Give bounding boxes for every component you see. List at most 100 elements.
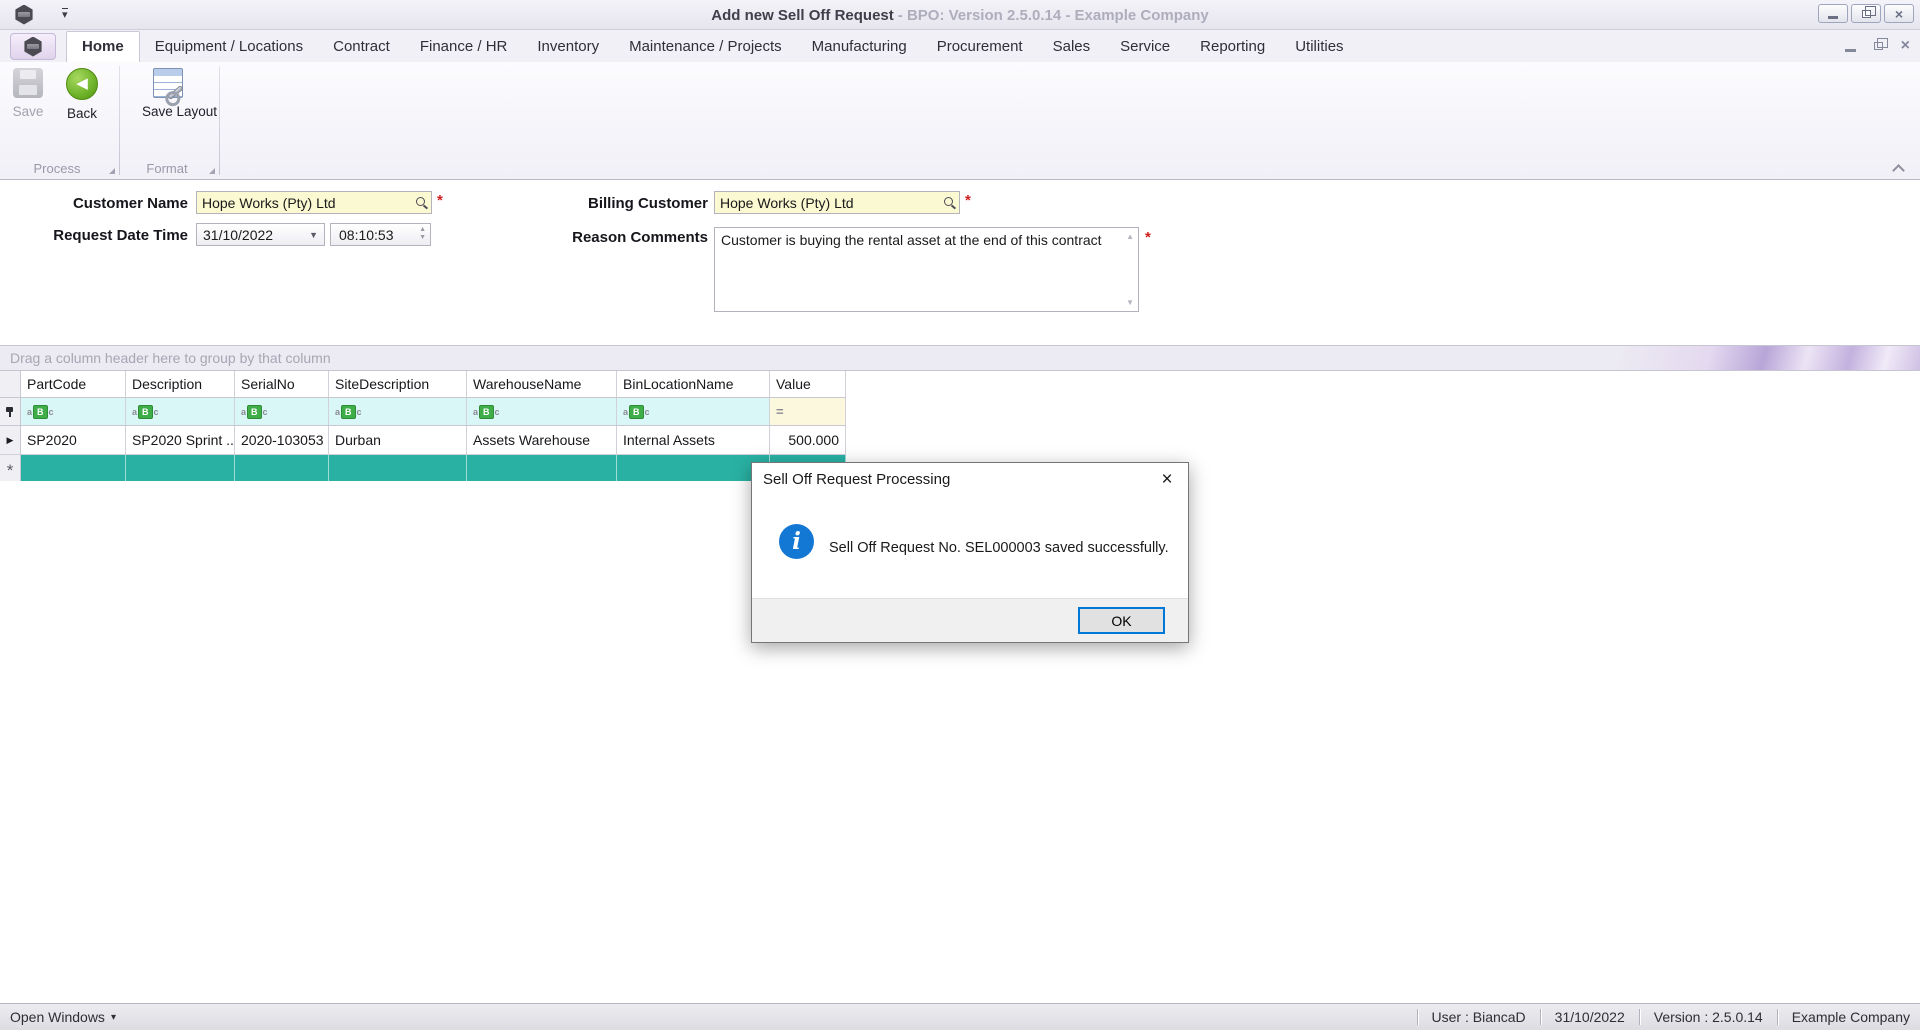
group-by-panel-text: Drag a column header here to group by th… bbox=[10, 350, 331, 366]
customer-search-icon[interactable] bbox=[416, 197, 425, 206]
sell-off-items-grid: Drag a column header here to group by th… bbox=[0, 345, 1920, 1002]
filter-cell-description[interactable]: aBc bbox=[126, 398, 235, 425]
tab-finance-hr[interactable]: Finance / HR bbox=[405, 32, 523, 62]
new-cell[interactable] bbox=[467, 455, 617, 481]
back-button-label: Back bbox=[66, 106, 97, 121]
tab-manufacturing[interactable]: Manufacturing bbox=[797, 32, 922, 62]
tab-maintenance-projects[interactable]: Maintenance / Projects bbox=[614, 32, 797, 62]
new-cell[interactable] bbox=[329, 455, 467, 481]
scroll-up-icon[interactable]: ▲ bbox=[1126, 232, 1134, 241]
request-time-value: 08:10:53 bbox=[339, 226, 394, 243]
cell-warehousename[interactable]: Assets Warehouse bbox=[467, 426, 617, 454]
request-time-spinner[interactable]: 08:10:53 ▲ ▼ bbox=[330, 223, 431, 246]
ribbon-group-process: Save ◀ Back Process bbox=[0, 62, 120, 179]
request-date-value: 31/10/2022 bbox=[203, 226, 274, 243]
dialog-message: Sell Off Request No. SEL000003 saved suc… bbox=[829, 540, 1169, 556]
abc-filter-icon[interactable]: B bbox=[341, 404, 356, 419]
open-windows-button[interactable]: Open Windows ▾ bbox=[10, 1009, 116, 1025]
restore-button[interactable] bbox=[1851, 4, 1881, 23]
ok-button[interactable]: OK bbox=[1078, 607, 1165, 634]
tab-sales[interactable]: Sales bbox=[1038, 32, 1106, 62]
new-cell[interactable] bbox=[617, 455, 770, 481]
cell-binlocationname[interactable]: Internal Assets bbox=[617, 426, 770, 454]
customer-name-input[interactable]: Hope Works (Pty) Ltd bbox=[196, 191, 432, 214]
dialog-close-button[interactable]: × bbox=[1146, 463, 1188, 496]
column-header-partcode[interactable]: PartCode bbox=[21, 371, 126, 397]
abc-filter-icon[interactable]: B bbox=[629, 404, 644, 419]
tab-service[interactable]: Service bbox=[1105, 32, 1185, 62]
equals-filter-icon[interactable]: = bbox=[776, 404, 784, 419]
restore-icon bbox=[1861, 5, 1876, 18]
filter-cell-binlocationname[interactable]: aBc bbox=[617, 398, 770, 425]
new-cell[interactable] bbox=[126, 455, 235, 481]
tab-equipment-locations[interactable]: Equipment / Locations bbox=[140, 32, 318, 62]
filter-cell-partcode[interactable]: aBc bbox=[21, 398, 126, 425]
group-by-panel[interactable]: Drag a column header here to group by th… bbox=[0, 346, 1920, 371]
reason-comments-label: Reason Comments bbox=[572, 229, 708, 246]
scroll-down-icon[interactable]: ▼ bbox=[1126, 298, 1134, 307]
cell-serialno[interactable]: 2020-103053 bbox=[235, 426, 329, 454]
filter-cell-value[interactable]: = bbox=[770, 398, 846, 425]
mdi-restore-icon[interactable] bbox=[1873, 38, 1888, 50]
column-header-serialno[interactable]: SerialNo bbox=[235, 371, 329, 397]
request-date-picker[interactable]: 31/10/2022 ▼ bbox=[196, 223, 325, 246]
abc-filter-icon[interactable]: B bbox=[247, 404, 262, 419]
tab-utilities[interactable]: Utilities bbox=[1280, 32, 1358, 62]
tab-contract[interactable]: Contract bbox=[318, 32, 405, 62]
mdi-minimize-icon[interactable] bbox=[1844, 49, 1856, 52]
filter-cell-serialno[interactable]: aBc bbox=[235, 398, 329, 425]
cell-value[interactable]: 500.000 bbox=[770, 426, 846, 454]
minimize-button[interactable] bbox=[1818, 4, 1848, 23]
cell-sitedescription[interactable]: Durban bbox=[329, 426, 467, 454]
format-dialog-launcher-icon[interactable] bbox=[209, 168, 215, 174]
tab-inventory[interactable]: Inventory bbox=[522, 32, 614, 62]
date-dropdown-icon[interactable]: ▼ bbox=[309, 230, 318, 240]
new-cell[interactable] bbox=[21, 455, 126, 481]
cell-description[interactable]: SP2020 Sprint ... bbox=[126, 426, 235, 454]
window-title-bar: ▾ Add new Sell Off Request - BPO: Versio… bbox=[0, 0, 1920, 30]
time-down-icon[interactable]: ▼ bbox=[419, 234, 426, 242]
minimize-icon bbox=[1828, 16, 1838, 19]
info-icon: i bbox=[779, 524, 814, 559]
grid-filter-row: aBc aBc aBc aBc aBc aBc = bbox=[0, 398, 846, 426]
app-menu-icon bbox=[24, 36, 42, 57]
column-header-value[interactable]: Value bbox=[770, 371, 846, 397]
customer-required-marker: * bbox=[437, 192, 443, 209]
process-dialog-launcher-icon[interactable] bbox=[109, 168, 115, 174]
column-header-description[interactable]: Description bbox=[126, 371, 235, 397]
billing-search-icon[interactable] bbox=[944, 197, 953, 206]
save-layout-button[interactable]: Save Layout bbox=[142, 68, 217, 119]
dialog-close-icon: × bbox=[1161, 468, 1173, 490]
tab-reporting[interactable]: Reporting bbox=[1185, 32, 1280, 62]
new-cell[interactable] bbox=[235, 455, 329, 481]
ribbon-collapse-icon[interactable] bbox=[1892, 164, 1906, 173]
mdi-close-icon[interactable]: × bbox=[1901, 38, 1910, 54]
filter-cell-sitedescription[interactable]: aBc bbox=[329, 398, 467, 425]
customer-name-label: Customer Name bbox=[72, 195, 188, 212]
save-button[interactable]: Save bbox=[2, 68, 54, 119]
time-up-icon[interactable]: ▲ bbox=[419, 226, 426, 234]
column-header-binlocationname[interactable]: BinLocationName bbox=[617, 371, 770, 397]
abc-filter-icon[interactable]: B bbox=[33, 404, 48, 419]
billing-customer-value: Hope Works (Pty) Ltd bbox=[720, 194, 854, 211]
new-row[interactable]: * bbox=[0, 455, 846, 481]
tab-home[interactable]: Home bbox=[66, 31, 140, 62]
reason-comments-value: Customer is buying the rental asset at t… bbox=[721, 232, 1102, 248]
column-header-warehousename[interactable]: WarehouseName bbox=[467, 371, 617, 397]
filter-cell-warehousename[interactable]: aBc bbox=[467, 398, 617, 425]
cell-partcode[interactable]: SP2020 bbox=[21, 426, 126, 454]
table-row[interactable]: ▶ SP2020 SP2020 Sprint ... 2020-103053 D… bbox=[0, 426, 846, 455]
back-button[interactable]: ◀ Back bbox=[56, 68, 108, 121]
reason-comments-textarea[interactable]: Customer is buying the rental asset at t… bbox=[714, 227, 1139, 312]
billing-customer-input[interactable]: Hope Works (Pty) Ltd bbox=[714, 191, 960, 214]
column-header-sitedescription[interactable]: SiteDescription bbox=[329, 371, 467, 397]
tab-procurement[interactable]: Procurement bbox=[922, 32, 1038, 62]
abc-filter-icon[interactable]: B bbox=[479, 404, 494, 419]
open-windows-label: Open Windows bbox=[10, 1009, 105, 1025]
statusbar-company: Example Company bbox=[1791, 1009, 1910, 1025]
window-title-rest: - BPO: Version 2.5.0.14 - Example Compan… bbox=[897, 6, 1209, 24]
abc-filter-icon[interactable]: B bbox=[138, 404, 153, 419]
app-menu-button[interactable] bbox=[10, 33, 56, 60]
dialog-title: Sell Off Request Processing bbox=[752, 463, 1188, 496]
close-button[interactable]: × bbox=[1884, 4, 1914, 23]
